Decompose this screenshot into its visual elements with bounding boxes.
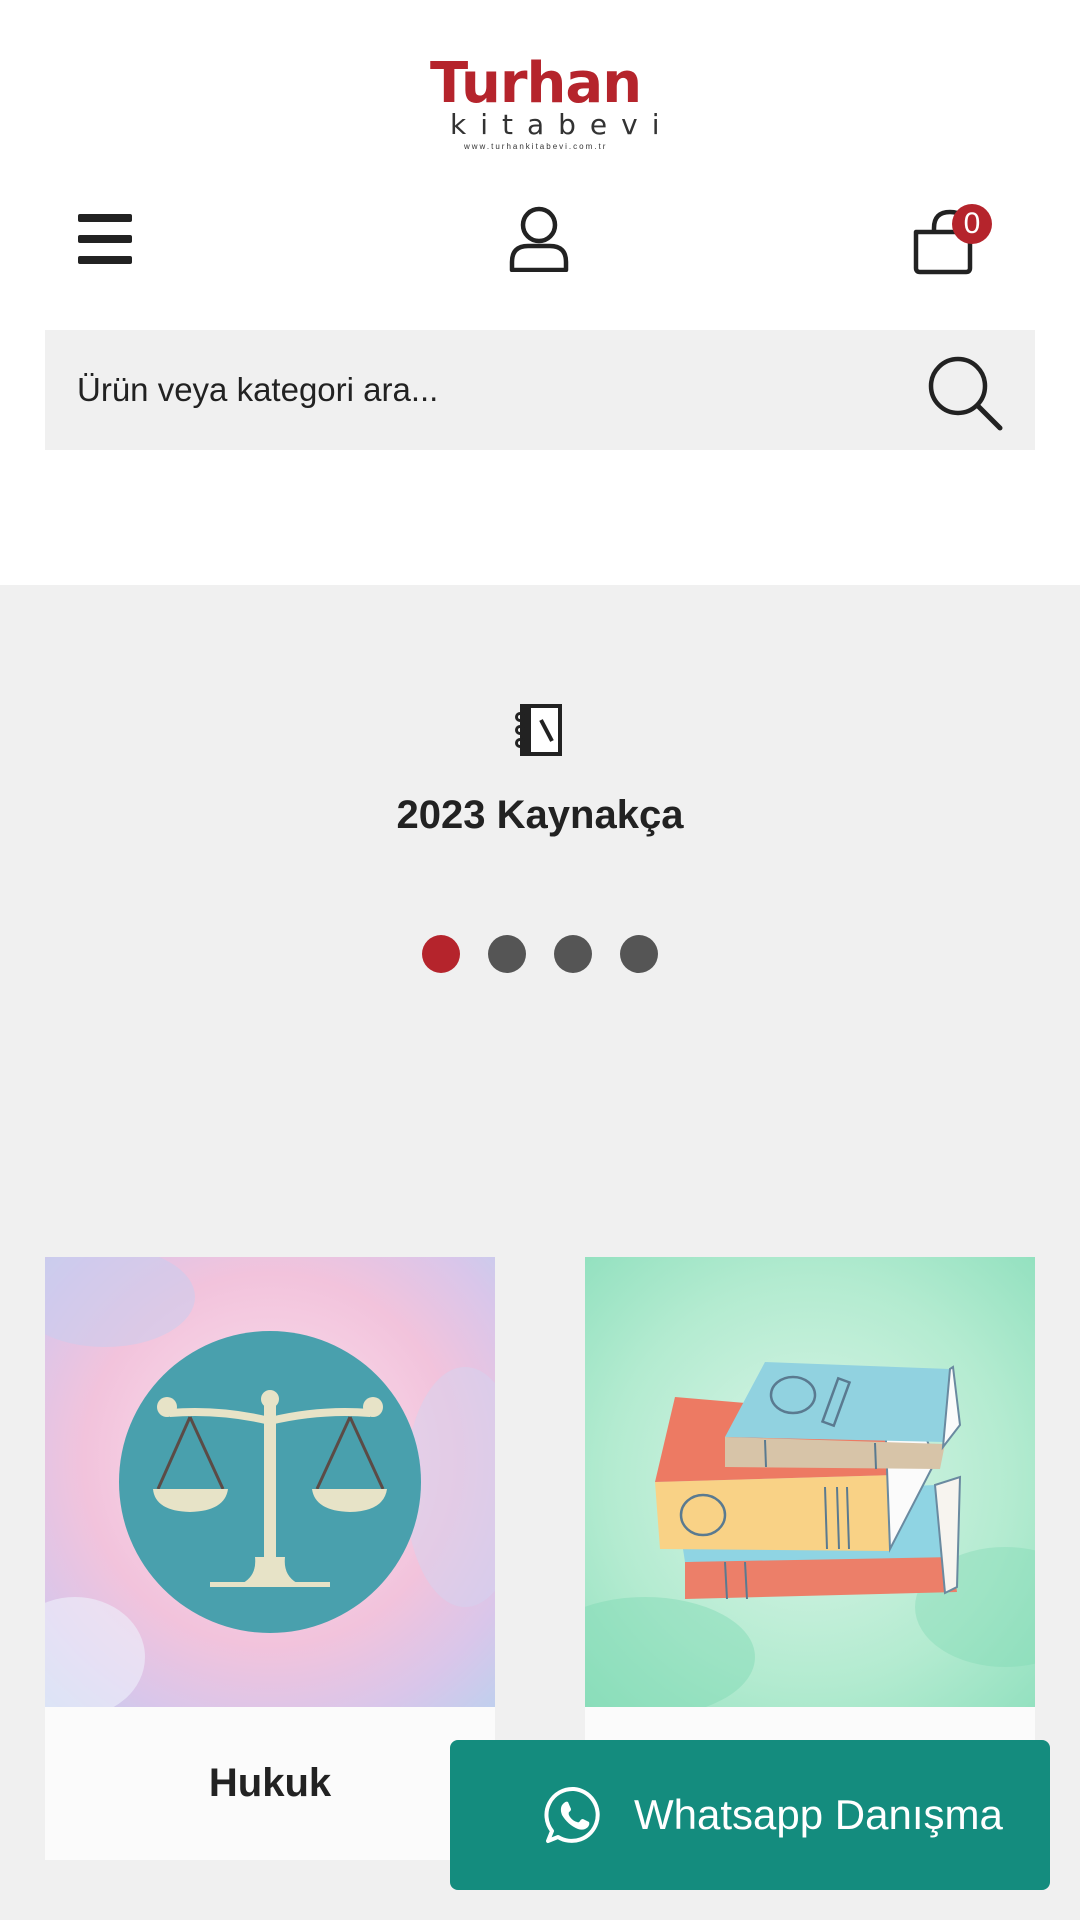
search-button[interactable]: [925, 354, 1005, 434]
whatsapp-consult-button[interactable]: Whatsapp Danışma: [450, 1740, 1050, 1890]
notebook-icon: [514, 703, 566, 757]
search-bar: [45, 330, 1035, 450]
turhan-kitabevi-logo[interactable]: Turhan kitabevi www.turhankitabevi.com.t…: [430, 51, 659, 156]
whatsapp-icon: [544, 1786, 600, 1843]
user-icon: [509, 206, 569, 273]
slider-dot-4[interactable]: [620, 935, 658, 973]
account-button[interactable]: [508, 206, 570, 273]
books-stack-icon: [585, 1257, 1035, 1707]
cart-count-badge: 0: [952, 204, 992, 244]
hamburger-icon: [78, 214, 132, 222]
slider-dot-1[interactable]: [422, 935, 460, 973]
cart-button[interactable]: 0: [912, 204, 996, 276]
logo-subtitle: kitabevi: [450, 108, 674, 141]
slider-title: 2023 Kaynakça: [396, 793, 684, 837]
scales-icon: [45, 1257, 495, 1707]
hamburger-menu-button[interactable]: [78, 214, 132, 264]
hamburger-icon-line: [78, 235, 132, 243]
hamburger-icon-line: [78, 256, 132, 264]
category-image: [45, 1257, 495, 1707]
search-input[interactable]: [77, 360, 857, 420]
whatsapp-label: Whatsapp Danışma: [634, 1791, 1003, 1838]
slider-dot-3[interactable]: [554, 935, 592, 973]
category-label: Hukuk: [208, 1761, 332, 1805]
site-header: Turhan kitabevi www.turhankitabevi.com.t…: [0, 0, 1080, 585]
logo-title: Turhan: [430, 51, 642, 116]
category-image: [585, 1257, 1035, 1707]
category-card-hukuk[interactable]: Hukuk: [45, 1257, 495, 1860]
slider-dot-2[interactable]: [488, 935, 526, 973]
logo-url: www.turhankitabevi.com.tr: [464, 142, 608, 151]
search-icon: [928, 356, 1003, 431]
slider-pagination: [422, 935, 658, 973]
